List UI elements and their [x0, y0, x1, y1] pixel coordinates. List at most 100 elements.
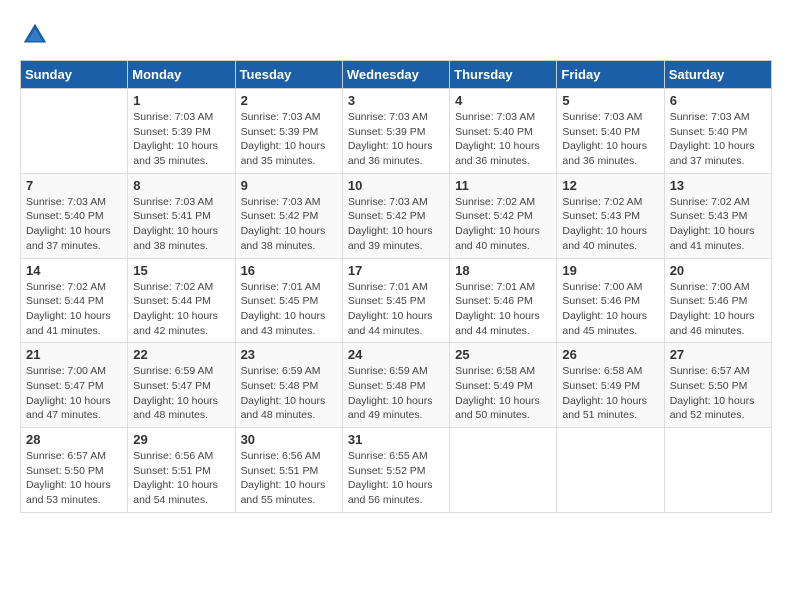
day-info: Sunrise: 7:00 AM Sunset: 5:46 PM Dayligh… [670, 280, 766, 339]
day-number: 15 [133, 263, 229, 278]
day-cell: 15 Sunrise: 7:02 AM Sunset: 5:44 PM Dayli… [128, 258, 235, 343]
day-number: 16 [241, 263, 337, 278]
day-info: Sunrise: 7:03 AM Sunset: 5:41 PM Dayligh… [133, 195, 229, 254]
day-info: Sunrise: 6:57 AM Sunset: 5:50 PM Dayligh… [26, 449, 122, 508]
day-cell: 13Sunrise: 7:02 AM Sunset: 5:43 PM Dayli… [664, 173, 771, 258]
day-number: 8 [133, 178, 229, 193]
day-info: Sunrise: 6:58 AM Sunset: 5:49 PM Dayligh… [455, 364, 551, 423]
day-info: Sunrise: 7:03 AM Sunset: 5:40 PM Dayligh… [455, 110, 551, 169]
col-header-wednesday: Wednesday [342, 61, 449, 89]
day-info: Sunrise: 6:59 AM Sunset: 5:47 PM Dayligh… [133, 364, 229, 423]
day-cell: 26 Sunrise: 6:58 AM Sunset: 5:49 PM Dayli… [557, 343, 664, 428]
day-info: Sunrise: 6:56 AM Sunset: 5:51 PM Dayligh… [133, 449, 229, 508]
day-cell: 2Sunrise: 7:03 AM Sunset: 5:39 PM Daylig… [235, 89, 342, 174]
day-number: 12 [562, 178, 658, 193]
col-header-sunday: Sunday [21, 61, 128, 89]
day-info: Sunrise: 7:03 AM Sunset: 5:42 PM Dayligh… [348, 195, 444, 254]
day-info: Sunrise: 6:55 AM Sunset: 5:52 PM Dayligh… [348, 449, 444, 508]
day-cell: 16Sunrise: 7:01 AM Sunset: 5:45 PM Dayli… [235, 258, 342, 343]
day-info: Sunrise: 7:02 AM Sunset: 5:44 PM Dayligh… [133, 280, 229, 339]
day-number: 6 [670, 93, 766, 108]
day-cell: 23 Sunrise: 6:59 AM Sunset: 5:48 PM Dayli… [235, 343, 342, 428]
day-cell: 3 Sunrise: 7:03 AM Sunset: 5:39 PM Daylig… [342, 89, 449, 174]
day-number: 24 [348, 347, 444, 362]
day-number: 17 [348, 263, 444, 278]
logo [20, 20, 54, 50]
day-info: Sunrise: 7:03 AM Sunset: 5:40 PM Dayligh… [26, 195, 122, 254]
day-info: Sunrise: 7:02 AM Sunset: 5:42 PM Dayligh… [455, 195, 551, 254]
day-number: 1 [133, 93, 229, 108]
day-info: Sunrise: 6:56 AM Sunset: 5:51 PM Dayligh… [241, 449, 337, 508]
week-row-3: 14 Sunrise: 7:02 AM Sunset: 5:44 PM Dayli… [21, 258, 772, 343]
col-header-tuesday: Tuesday [235, 61, 342, 89]
day-info: Sunrise: 7:03 AM Sunset: 5:40 PM Dayligh… [670, 110, 766, 169]
day-number: 23 [241, 347, 337, 362]
day-number: 7 [26, 178, 122, 193]
day-cell: 17 Sunrise: 7:01 AM Sunset: 5:45 PM Dayli… [342, 258, 449, 343]
day-cell: 5Sunrise: 7:03 AM Sunset: 5:40 PM Daylig… [557, 89, 664, 174]
day-number: 4 [455, 93, 551, 108]
day-info: Sunrise: 7:01 AM Sunset: 5:45 PM Dayligh… [348, 280, 444, 339]
day-cell: 20 Sunrise: 7:00 AM Sunset: 5:46 PM Dayli… [664, 258, 771, 343]
day-cell: 9Sunrise: 7:03 AM Sunset: 5:42 PM Daylig… [235, 173, 342, 258]
day-number: 26 [562, 347, 658, 362]
day-number: 19 [562, 263, 658, 278]
day-info: Sunrise: 7:00 AM Sunset: 5:46 PM Dayligh… [562, 280, 658, 339]
day-number: 11 [455, 178, 551, 193]
day-number: 18 [455, 263, 551, 278]
col-header-thursday: Thursday [450, 61, 557, 89]
day-cell: 30 Sunrise: 6:56 AM Sunset: 5:51 PM Dayli… [235, 428, 342, 513]
day-cell: 4 Sunrise: 7:03 AM Sunset: 5:40 PM Daylig… [450, 89, 557, 174]
day-number: 30 [241, 432, 337, 447]
day-number: 27 [670, 347, 766, 362]
day-info: Sunrise: 7:00 AM Sunset: 5:47 PM Dayligh… [26, 364, 122, 423]
day-cell: 10 Sunrise: 7:03 AM Sunset: 5:42 PM Dayli… [342, 173, 449, 258]
day-info: Sunrise: 6:59 AM Sunset: 5:48 PM Dayligh… [241, 364, 337, 423]
day-cell: 24 Sunrise: 6:59 AM Sunset: 5:48 PM Dayli… [342, 343, 449, 428]
day-number: 3 [348, 93, 444, 108]
day-cell: 14 Sunrise: 7:02 AM Sunset: 5:44 PM Dayli… [21, 258, 128, 343]
day-number: 10 [348, 178, 444, 193]
day-info: Sunrise: 6:58 AM Sunset: 5:49 PM Dayligh… [562, 364, 658, 423]
day-number: 20 [670, 263, 766, 278]
day-number: 21 [26, 347, 122, 362]
col-header-saturday: Saturday [664, 61, 771, 89]
day-info: Sunrise: 7:02 AM Sunset: 5:43 PM Dayligh… [670, 195, 766, 254]
day-cell: 31 Sunrise: 6:55 AM Sunset: 5:52 PM Dayli… [342, 428, 449, 513]
day-cell: 21 Sunrise: 7:00 AM Sunset: 5:47 PM Dayli… [21, 343, 128, 428]
day-cell: 8 Sunrise: 7:03 AM Sunset: 5:41 PM Daylig… [128, 173, 235, 258]
logo-icon [20, 20, 50, 50]
day-info: Sunrise: 6:59 AM Sunset: 5:48 PM Dayligh… [348, 364, 444, 423]
day-number: 14 [26, 263, 122, 278]
week-row-5: 28Sunrise: 6:57 AM Sunset: 5:50 PM Dayli… [21, 428, 772, 513]
day-cell: 19 Sunrise: 7:00 AM Sunset: 5:46 PM Dayli… [557, 258, 664, 343]
day-number: 2 [241, 93, 337, 108]
day-info: Sunrise: 7:03 AM Sunset: 5:42 PM Dayligh… [241, 195, 337, 254]
day-cell: 29 Sunrise: 6:56 AM Sunset: 5:51 PM Dayli… [128, 428, 235, 513]
day-number: 25 [455, 347, 551, 362]
day-cell: 11 Sunrise: 7:02 AM Sunset: 5:42 PM Dayli… [450, 173, 557, 258]
day-info: Sunrise: 6:57 AM Sunset: 5:50 PM Dayligh… [670, 364, 766, 423]
header-row: SundayMondayTuesdayWednesdayThursdayFrid… [21, 61, 772, 89]
col-header-friday: Friday [557, 61, 664, 89]
day-cell: 22 Sunrise: 6:59 AM Sunset: 5:47 PM Dayli… [128, 343, 235, 428]
week-row-4: 21 Sunrise: 7:00 AM Sunset: 5:47 PM Dayli… [21, 343, 772, 428]
day-cell: 1 Sunrise: 7:03 AM Sunset: 5:39 PM Daylig… [128, 89, 235, 174]
day-cell: 27 Sunrise: 6:57 AM Sunset: 5:50 PM Dayli… [664, 343, 771, 428]
day-info: Sunrise: 7:03 AM Sunset: 5:39 PM Dayligh… [133, 110, 229, 169]
day-number: 31 [348, 432, 444, 447]
calendar-table: SundayMondayTuesdayWednesdayThursdayFrid… [20, 60, 772, 513]
day-info: Sunrise: 7:02 AM Sunset: 5:44 PM Dayligh… [26, 280, 122, 339]
day-number: 22 [133, 347, 229, 362]
col-header-monday: Monday [128, 61, 235, 89]
day-cell [664, 428, 771, 513]
day-number: 29 [133, 432, 229, 447]
day-info: Sunrise: 7:01 AM Sunset: 5:46 PM Dayligh… [455, 280, 551, 339]
day-info: Sunrise: 7:03 AM Sunset: 5:39 PM Dayligh… [348, 110, 444, 169]
day-cell: 12Sunrise: 7:02 AM Sunset: 5:43 PM Dayli… [557, 173, 664, 258]
day-cell: 28Sunrise: 6:57 AM Sunset: 5:50 PM Dayli… [21, 428, 128, 513]
page-header [20, 20, 772, 50]
day-cell: 25 Sunrise: 6:58 AM Sunset: 5:49 PM Dayli… [450, 343, 557, 428]
week-row-1: 1 Sunrise: 7:03 AM Sunset: 5:39 PM Daylig… [21, 89, 772, 174]
week-row-2: 7 Sunrise: 7:03 AM Sunset: 5:40 PM Daylig… [21, 173, 772, 258]
